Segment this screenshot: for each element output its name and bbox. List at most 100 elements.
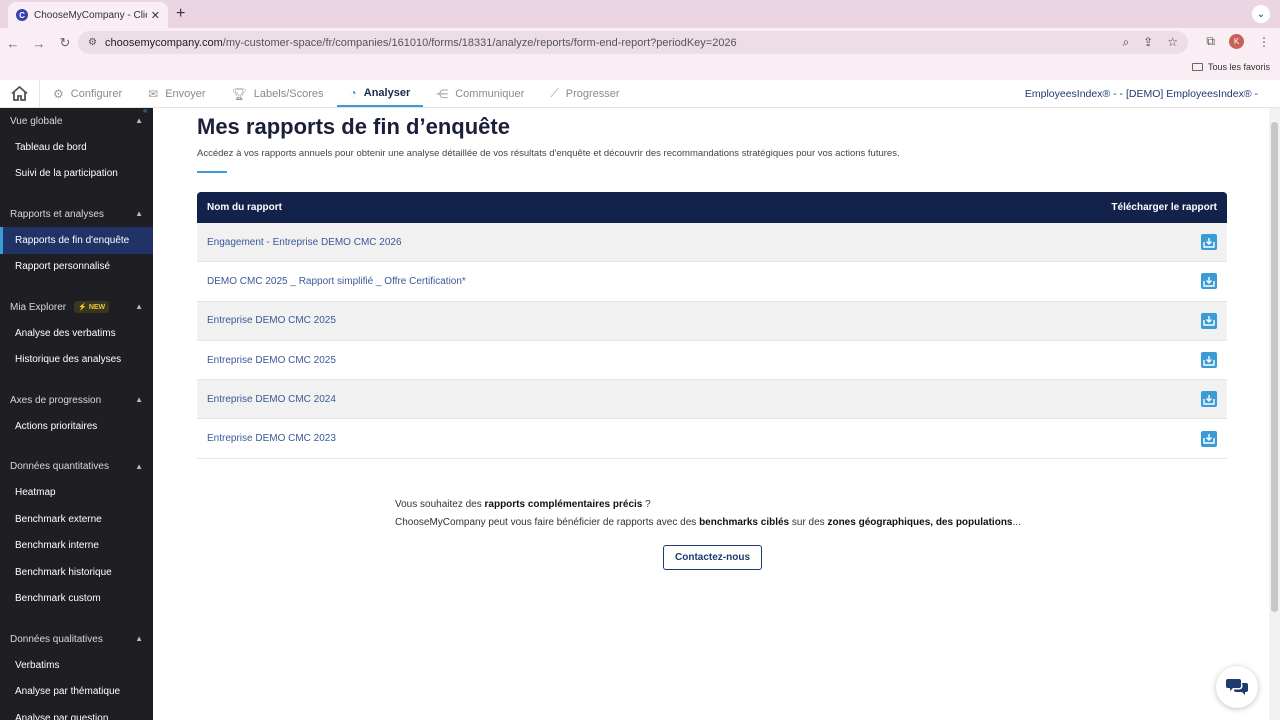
extensions-icon[interactable]: ⧉ — [1206, 34, 1215, 49]
report-link[interactable]: Entreprise DEMO CMC 2023 — [207, 433, 336, 444]
report-link[interactable]: Entreprise DEMO CMC 2025 — [207, 315, 336, 326]
sidebar-item-verbatims[interactable]: Verbatims — [0, 652, 153, 679]
sidebar-item-benchmark-interne[interactable]: Benchmark interne — [0, 533, 153, 560]
site-settings-icon[interactable]: ⚙ — [88, 37, 97, 48]
tab-title: ChooseMyCompany - ClientS — [34, 9, 147, 21]
browser-tabstrip: C ChooseMyCompany - ClientS ✕ + ⌄ — [0, 0, 1280, 28]
column-header-download: Télécharger le rapport — [1111, 202, 1217, 213]
section-donnees-qualitatives[interactable]: Données qualitatives ▲ — [0, 626, 153, 652]
nav-configurer[interactable]: ⚙ Configurer — [40, 80, 135, 107]
contact-us-button[interactable]: Contactez-nous — [663, 545, 762, 570]
promo-bold: benchmarks ciblés — [699, 517, 790, 528]
sidebar-item-rapports-fin-enquete[interactable]: Rapports de fin d'enquête — [0, 227, 153, 254]
line-chart-icon: ⟋ — [550, 86, 559, 100]
section-donnees-quantitatives[interactable]: Données quantitatives ▲ — [0, 454, 153, 480]
share-page-icon[interactable]: ⇪ — [1143, 35, 1153, 50]
download-button[interactable] — [1201, 430, 1217, 447]
sidebar: « Vue globale ▲ Tableau de bord Suivi de … — [0, 108, 153, 720]
address-bar[interactable]: ⚙ choosemycompany.com/my-customer-space/… — [78, 31, 1188, 54]
bookmarks-bar: Tous les favoris — [0, 58, 1280, 80]
sidebar-item-analyse-thematique[interactable]: Analyse par thématique — [0, 679, 153, 706]
reload-icon[interactable]: ↻ — [52, 35, 78, 51]
section-title: Rapports et analyses — [10, 208, 104, 220]
promo-bold: zones géographiques, des populations — [827, 517, 1013, 528]
browser-toolbar: ← → ↻ ⚙ choosemycompany.com/my-customer-… — [0, 28, 1280, 58]
scrollbar-thumb[interactable] — [1271, 122, 1278, 612]
section-title: Données qualitatives — [10, 633, 103, 645]
browser-menu-icon[interactable]: ⋮ — [1258, 35, 1270, 49]
organization-selector[interactable]: EmployeesIndex® - - [DEMO] EmployeesInde… — [1025, 88, 1258, 100]
nav-label: Progresser — [565, 87, 620, 100]
chevron-up-icon: ▲ — [135, 395, 143, 404]
nav-analyser[interactable]: ◔ Analyser — [336, 80, 424, 107]
home-button[interactable] — [0, 80, 40, 107]
sidebar-item-historique-analyses[interactable]: Historique des analyses — [0, 347, 153, 374]
sidebar-item-tableau-de-bord[interactable]: Tableau de bord — [0, 134, 153, 161]
home-icon — [11, 86, 28, 101]
table-row: Entreprise DEMO CMC 2025 — [197, 301, 1227, 341]
reports-table: Nom du rapport Télécharger le rapport En… — [197, 192, 1227, 459]
download-button[interactable] — [1201, 234, 1217, 251]
bookmark-star-icon[interactable]: ☆ — [1167, 35, 1178, 50]
section-title: Mia Explorer — [10, 301, 67, 313]
sidebar-item-analyse-verbatims[interactable]: Analyse des verbatims — [0, 320, 153, 347]
browser-tab[interactable]: C ChooseMyCompany - ClientS ✕ — [8, 2, 168, 28]
section-vue-globale[interactable]: Vue globale ▲ — [0, 108, 153, 134]
page-subtitle: Accédez à vos rapports annuels pour obte… — [197, 148, 900, 159]
new-tab-icon[interactable]: + — [176, 5, 185, 23]
section-mia-explorer[interactable]: Mia Explorer ⚡ NEW ▲ — [0, 294, 153, 320]
nav-label: Envoyer — [165, 87, 206, 100]
download-icon — [1203, 237, 1215, 248]
download-button[interactable] — [1201, 273, 1217, 290]
title-underline — [197, 171, 227, 173]
download-button[interactable] — [1201, 352, 1217, 369]
table-row: Entreprise DEMO CMC 2023 — [197, 419, 1227, 459]
close-tab-icon[interactable]: ✕ — [151, 9, 160, 22]
nav-progresser[interactable]: ⟋ Progresser — [537, 80, 632, 107]
report-link[interactable]: Entreprise DEMO CMC 2025 — [207, 355, 336, 366]
sidebar-item-suivi-participation[interactable]: Suivi de la participation — [0, 161, 153, 188]
page-title: Mes rapports de fin d’enquête — [197, 114, 510, 139]
page-scrollbar[interactable] — [1269, 108, 1280, 720]
zoom-icon[interactable]: ⌕ — [1122, 35, 1129, 50]
all-bookmarks[interactable]: Tous les favoris — [1191, 62, 1270, 72]
tab-search-icon[interactable]: ⌄ — [1252, 5, 1270, 23]
chat-button[interactable] — [1216, 666, 1258, 708]
nav-communiquer[interactable]: ⋲ Communiquer — [423, 80, 537, 107]
profile-avatar[interactable]: K — [1229, 34, 1244, 49]
section-rapports-analyses[interactable]: Rapports et analyses ▲ — [0, 201, 153, 227]
chat-bubbles-icon — [1226, 679, 1248, 695]
complementary-reports-promo: Vous souhaitez des rapports complémentai… — [395, 496, 1021, 532]
section-title: Vue globale — [10, 115, 63, 127]
nav-envoyer[interactable]: ✉ Envoyer — [135, 80, 218, 107]
sidebar-item-heatmap[interactable]: Heatmap — [0, 480, 153, 507]
section-axes-progression[interactable]: Axes de progression ▲ — [0, 387, 153, 413]
sidebar-item-benchmark-historique[interactable]: Benchmark historique — [0, 559, 153, 586]
chevron-up-icon: ▲ — [135, 209, 143, 218]
download-icon — [1203, 394, 1215, 405]
sidebar-item-analyse-question[interactable]: Analyse par question — [0, 705, 153, 720]
report-link[interactable]: Engagement - Entreprise DEMO CMC 2026 — [207, 237, 402, 248]
download-button[interactable] — [1201, 391, 1217, 408]
download-button[interactable] — [1201, 312, 1217, 329]
sidebar-item-benchmark-custom[interactable]: Benchmark custom — [0, 586, 153, 613]
main-content: Mes rapports de fin d’enquête Accédez à … — [153, 108, 1269, 720]
sidebar-item-rapport-personnalise[interactable]: Rapport personnalisé — [0, 254, 153, 281]
forward-icon[interactable]: → — [26, 36, 52, 51]
promo-bold: rapports complémentaires précis — [484, 499, 643, 510]
app-navigation: ⚙ Configurer ✉ Envoyer 🏆︎ Labels/Scores ◔ An… — [0, 80, 1280, 108]
url-path: /my-customer-space/fr/companies/161010/f… — [222, 36, 737, 49]
pie-chart-icon: ◔ — [349, 85, 357, 100]
gear-icon: ⚙ — [53, 86, 64, 101]
promo-text: ChooseMyCompany peut vous faire bénéfici… — [395, 517, 700, 528]
sidebar-item-benchmark-externe[interactable]: Benchmark externe — [0, 506, 153, 533]
table-row: Entreprise DEMO CMC 2024 — [197, 380, 1227, 420]
sidebar-item-actions-prioritaires[interactable]: Actions prioritaires — [0, 413, 153, 440]
nav-labels-scores[interactable]: 🏆︎ Labels/Scores — [219, 80, 337, 107]
back-icon[interactable]: ← — [0, 36, 26, 51]
report-link[interactable]: Entreprise DEMO CMC 2024 — [207, 394, 336, 405]
download-icon — [1203, 316, 1215, 326]
share-icon: ⋲ — [436, 86, 449, 101]
report-link[interactable]: DEMO CMC 2025 _ Rapport simplifié _ Offr… — [207, 276, 466, 287]
section-title: Données quantitatives — [10, 461, 109, 472]
